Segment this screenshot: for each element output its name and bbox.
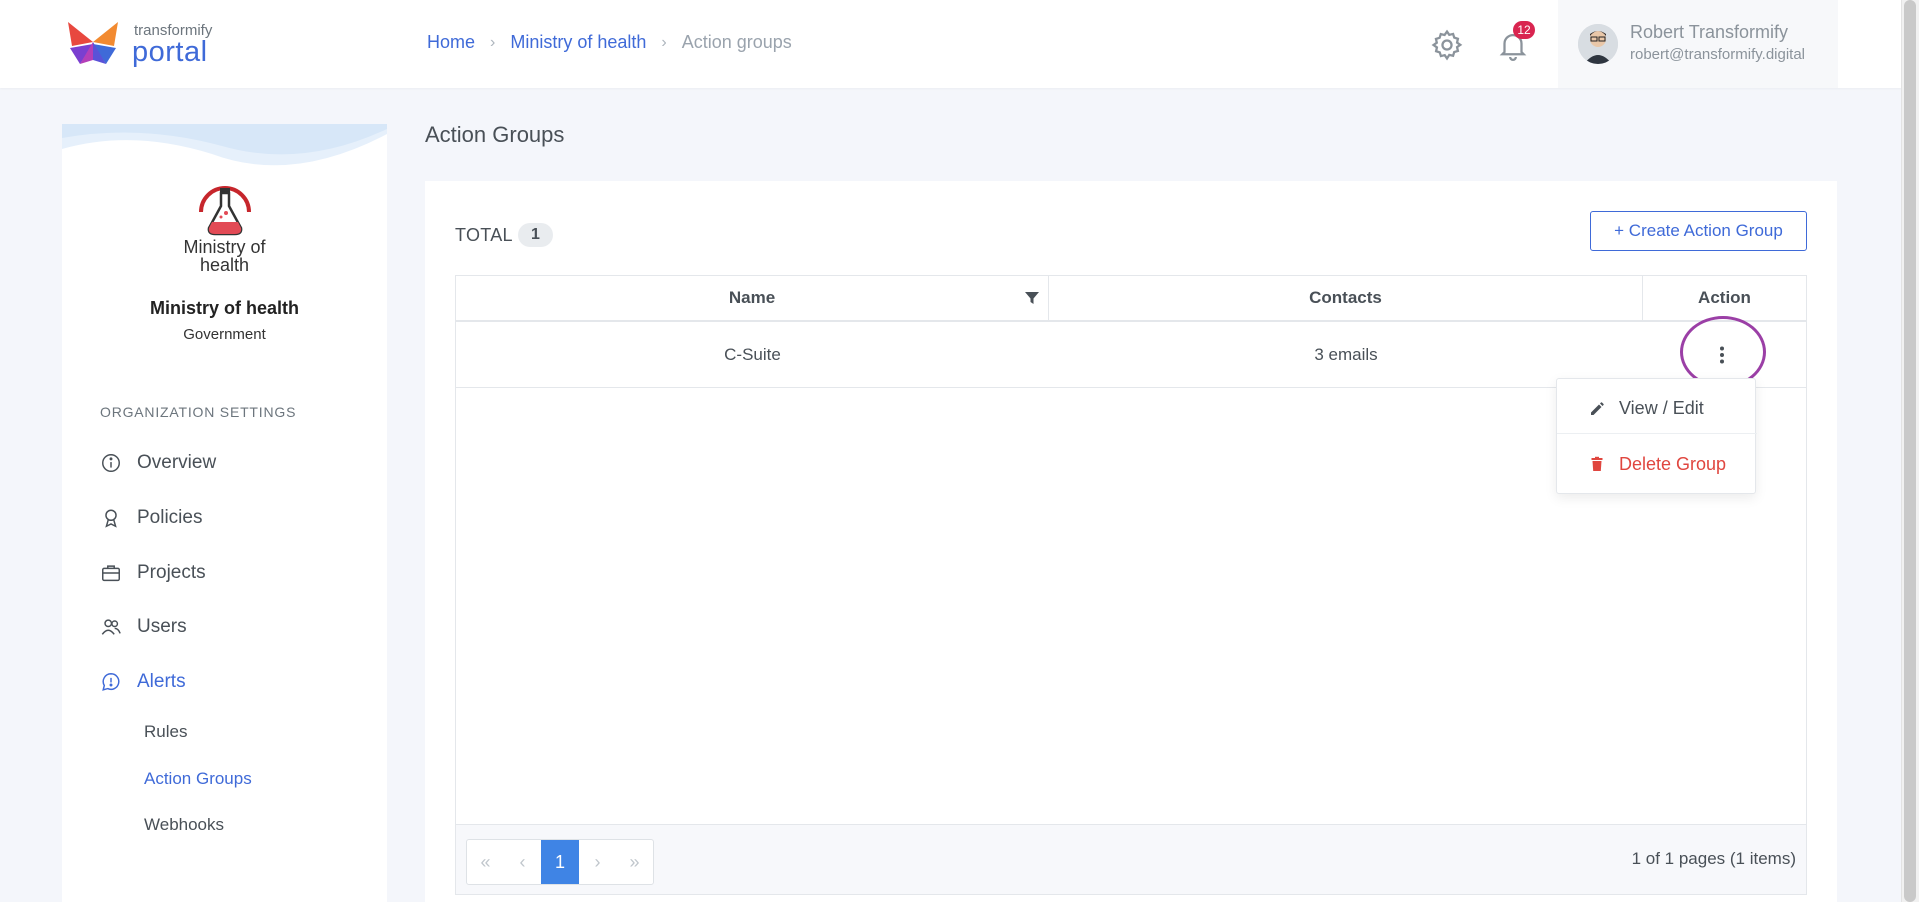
- pagination-info: 1 of 1 pages (1 items): [1631, 849, 1796, 868]
- user-menu[interactable]: Robert Transformify robert@transformify.…: [1558, 0, 1838, 88]
- total-label: TOTAL: [455, 225, 513, 245]
- org-type: Government: [183, 326, 266, 343]
- last-page-button[interactable]: »: [616, 840, 653, 884]
- action-groups-table: Name Contacts Action C-Suite 3 emails « …: [455, 275, 1807, 895]
- chat-alert-icon: [102, 673, 120, 691]
- action-groups-card: TOTAL 1 + Create Action Group Name Conta…: [425, 181, 1837, 902]
- row-action-menu: View / Edit Delete Group: [1556, 378, 1757, 494]
- sidebar-item-label: Overview: [137, 452, 217, 473]
- user-name: Robert Transformify: [1630, 22, 1789, 42]
- sidebar-item-policies[interactable]: Policies: [100, 502, 202, 534]
- brand-logo[interactable]: transformify portal: [62, 20, 232, 70]
- avatar: [1578, 24, 1618, 64]
- butterfly-logo-icon: [68, 22, 118, 64]
- org-logo: Ministry of health: [162, 180, 287, 280]
- briefcase-icon: [102, 565, 120, 582]
- table-footer: « ‹ 1 › » 1 of 1 pages (1 items): [456, 824, 1806, 894]
- users-icon: [101, 619, 121, 635]
- flask-icon: [199, 186, 251, 236]
- scrollbar-thumb[interactable]: [1904, 0, 1916, 902]
- sidebar-item-users[interactable]: Users: [100, 611, 187, 643]
- sidebar-subitem-action-groups[interactable]: Action Groups: [144, 769, 252, 789]
- breadcrumb: Home › Ministry of health › Action group…: [427, 32, 792, 53]
- trash-icon: [1591, 456, 1603, 471]
- view-edit-label: View / Edit: [1619, 398, 1704, 418]
- chevron-right-icon: ›: [661, 33, 667, 51]
- table-header: Name Contacts Action: [456, 276, 1806, 322]
- gear-icon[interactable]: [1430, 28, 1464, 62]
- sidebar-item-label: Users: [137, 616, 187, 637]
- total-count-badge: 1: [518, 223, 553, 247]
- notification-badge: 12: [1513, 21, 1535, 39]
- sidebar-item-projects[interactable]: Projects: [100, 557, 206, 589]
- chevron-right-icon: ›: [490, 33, 496, 51]
- breadcrumb-org[interactable]: Ministry of health: [510, 32, 646, 53]
- org-name: Ministry of health: [149, 298, 299, 318]
- page-title: Action Groups: [425, 122, 565, 147]
- scrollbar[interactable]: [1901, 0, 1919, 902]
- prev-page-button[interactable]: ‹: [504, 840, 541, 884]
- column-header-contacts[interactable]: Contacts: [1049, 276, 1643, 320]
- top-header: transformify portal Home › Ministry of h…: [0, 0, 1919, 88]
- cell-contacts: 3 emails: [1314, 345, 1378, 364]
- decorative-wave: [62, 124, 387, 166]
- sidebar-item-overview[interactable]: Overview: [100, 447, 216, 479]
- brand-main-text: portal: [132, 36, 208, 68]
- org-logo-text: Ministry of health: [183, 237, 266, 275]
- delete-group-menu-item[interactable]: Delete Group: [1557, 439, 1757, 489]
- sidebar: Ministry of health Ministry of health Go…: [62, 124, 387, 902]
- user-email: robert@transformify.digital: [1630, 46, 1806, 63]
- view-edit-menu-item[interactable]: View / Edit: [1557, 384, 1757, 434]
- column-header-name[interactable]: Name: [456, 276, 1049, 320]
- info-icon: [102, 454, 120, 472]
- sidebar-item-label: Alerts: [137, 671, 186, 692]
- column-header-action: Action: [1698, 288, 1751, 307]
- page-number-button[interactable]: 1: [541, 840, 579, 884]
- delete-group-label: Delete Group: [1619, 453, 1727, 474]
- sidebar-subitem-rules[interactable]: Rules: [144, 722, 187, 742]
- filter-icon[interactable]: [1024, 290, 1040, 306]
- sidebar-subitem-webhooks[interactable]: Webhooks: [144, 815, 224, 835]
- first-page-button[interactable]: «: [467, 840, 504, 884]
- section-heading: ORGANIZATION SETTINGS: [100, 404, 297, 420]
- pagination: « ‹ 1 › »: [466, 839, 654, 885]
- next-page-button[interactable]: ›: [579, 840, 616, 884]
- create-action-group-button[interactable]: + Create Action Group: [1590, 211, 1807, 251]
- more-vertical-icon[interactable]: [1708, 341, 1736, 369]
- breadcrumb-current: Action groups: [681, 32, 792, 52]
- sidebar-item-alerts[interactable]: Alerts: [100, 666, 186, 698]
- sidebar-item-label: Projects: [137, 562, 206, 583]
- pencil-icon: [1591, 401, 1604, 415]
- breadcrumb-home[interactable]: Home: [427, 32, 475, 53]
- ribbon-icon: [105, 509, 117, 528]
- cell-name: C-Suite: [724, 345, 781, 364]
- sidebar-item-label: Policies: [137, 507, 203, 528]
